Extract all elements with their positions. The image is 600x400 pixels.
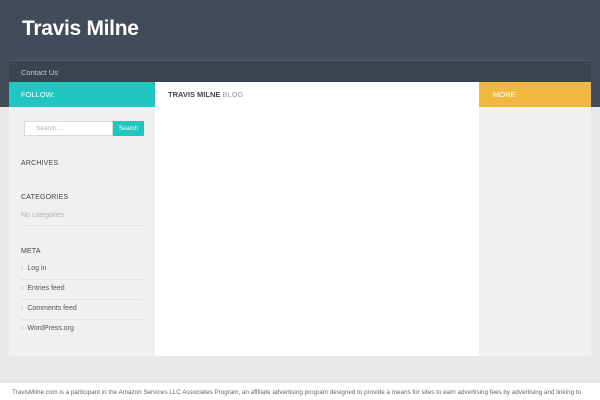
divider (21, 225, 143, 226)
search-form: Search (24, 121, 144, 136)
left-sidebar: FOLLOW: Search ARCHIVES CATEGORIES No ca… (9, 82, 155, 356)
meta-heading: META (21, 248, 41, 255)
meta-item-wordpress: › WordPress.org (21, 320, 143, 340)
follow-bar: FOLLOW: (9, 82, 155, 107)
meta-item-entries-feed: › Entries feed (21, 280, 143, 300)
categories-heading: CATEGORIES (21, 194, 69, 201)
site-footer: TravisMilne.com is a participant in the … (0, 383, 600, 400)
page-heading: TRAVIS MILNE BLOG (168, 90, 243, 99)
main-content: TRAVIS MILNE BLOG (155, 82, 479, 356)
top-navigation: Contact Us (9, 60, 591, 82)
search-button[interactable]: Search (113, 121, 144, 136)
no-categories-text: No categories (21, 212, 65, 219)
site-title[interactable]: Travis Milne (22, 17, 139, 41)
chevron-right-icon: › (21, 305, 24, 312)
archives-heading: ARCHIVES (21, 160, 59, 167)
footer-disclosure: TravisMilne.com is a participant in the … (12, 389, 582, 396)
chevron-right-icon: › (21, 285, 24, 292)
right-sidebar: MORE (479, 82, 591, 356)
entries-feed-link[interactable]: Entries feed (27, 285, 64, 292)
meta-item-comments-feed: › Comments feed (21, 300, 143, 320)
chevron-right-icon: › (21, 325, 24, 332)
more-bar: MORE (479, 82, 591, 107)
nav-contact-link[interactable]: Contact Us (21, 68, 58, 77)
login-link[interactable]: Log in (27, 265, 46, 272)
blog-name: TRAVIS MILNE (168, 90, 221, 99)
chevron-right-icon: › (21, 265, 24, 272)
wordpress-org-link[interactable]: WordPress.org (27, 325, 74, 332)
blog-suffix: BLOG (222, 90, 244, 99)
content-wrapper: FOLLOW: Search ARCHIVES CATEGORIES No ca… (9, 82, 591, 356)
comments-feed-link[interactable]: Comments feed (27, 305, 76, 312)
search-input[interactable] (24, 121, 113, 136)
meta-list: › Log in › Entries feed › Comments feed › Wo… (21, 260, 143, 340)
meta-item-login: › Log in (21, 260, 143, 280)
